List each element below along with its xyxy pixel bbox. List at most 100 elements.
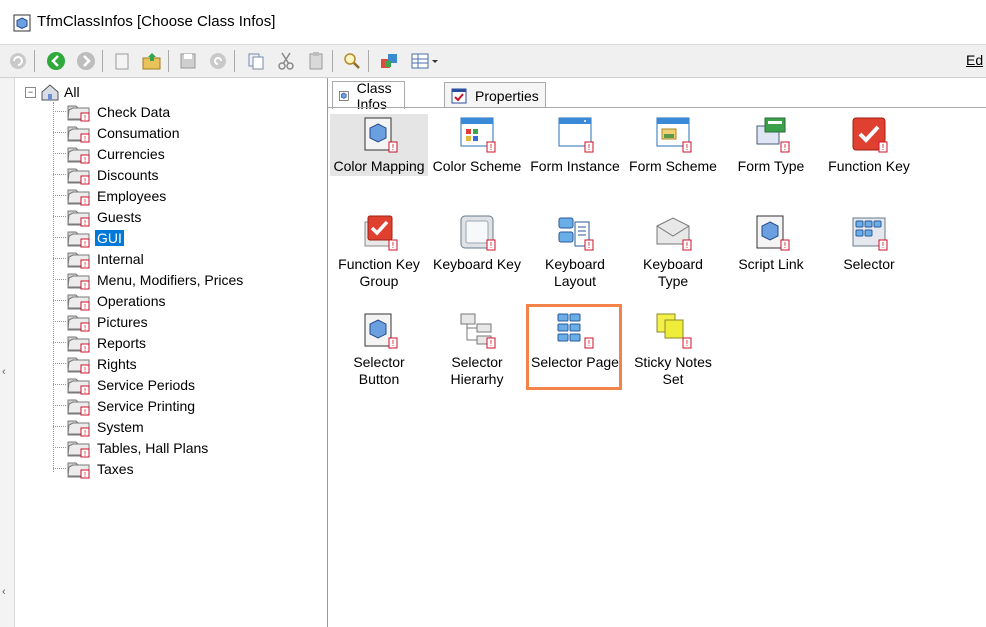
class-info-label: Sticky Notes Set [634, 354, 712, 387]
folder-icon: ! [67, 273, 90, 290]
tree-item-label: Discounts [97, 166, 159, 183]
svg-text:!: ! [489, 241, 492, 250]
tree-item-label: Service Printing [97, 397, 196, 414]
class-info-item[interactable]: ! Selector Button [330, 310, 428, 402]
class-info-item[interactable]: ! Form Type [722, 114, 820, 206]
class-info-label: Selector Hierarhy [450, 354, 504, 387]
collapse-icon[interactable]: − [25, 86, 36, 98]
tree-item[interactable]: ! Employees [53, 185, 245, 206]
tab-properties[interactable]: Properties [444, 82, 546, 108]
svg-text:!: ! [84, 471, 87, 479]
tree-scrollbar[interactable]: ‹ ‹ [0, 78, 15, 627]
tree-item[interactable]: ! Menu, Modifiers, Prices [53, 269, 245, 290]
folder-icon: ! [67, 147, 90, 164]
svg-text:!: ! [783, 241, 786, 250]
tree-item[interactable]: ! System [53, 416, 245, 437]
tools-icon[interactable] [378, 49, 402, 73]
class-info-item[interactable]: ! Keyboard Layout [526, 212, 624, 304]
svg-text:!: ! [587, 241, 590, 250]
svg-text:!: ! [84, 240, 87, 248]
class-info-label: Selector Page [531, 354, 619, 370]
tree-item[interactable]: ! Guests [53, 206, 245, 227]
svg-text:!: ! [84, 345, 87, 353]
keyboard-key-icon: ! [460, 215, 496, 251]
tree-item[interactable]: ! Taxes [53, 458, 245, 479]
search-icon[interactable] [340, 49, 364, 73]
folder-icon: ! [67, 105, 90, 122]
svg-text:!: ! [881, 143, 884, 152]
tree-item-label: Rights [97, 355, 137, 372]
folder-icon: ! [67, 378, 90, 395]
refresh-icon[interactable] [6, 49, 30, 73]
class-info-item[interactable]: ! Selector [820, 212, 918, 304]
class-info-item[interactable]: ! Form Instance [526, 114, 624, 206]
toolbar: Ed [0, 45, 986, 78]
svg-text:!: ! [391, 241, 394, 250]
open-icon[interactable] [140, 49, 164, 73]
home-folder-icon [41, 84, 59, 101]
new-icon[interactable] [110, 49, 134, 73]
tree-root[interactable]: − All [25, 82, 80, 102]
folder-icon: ! [67, 231, 90, 248]
class-infos-panel: Class Infos Properties ! Color Mapping! Co… [328, 78, 986, 627]
form-type-icon: ! [756, 117, 790, 153]
class-info-item[interactable]: ! Selector Page [526, 310, 624, 402]
tree-item[interactable]: ! Internal [53, 248, 245, 269]
tree-item-label: Pictures [97, 313, 148, 330]
copy-icon[interactable] [244, 49, 268, 73]
form-instance-icon: ! [558, 117, 594, 153]
class-info-item[interactable]: ! Keyboard Key [428, 212, 526, 304]
svg-text:!: ! [84, 450, 87, 458]
save-icon[interactable] [176, 49, 200, 73]
script-link-icon: ! [756, 215, 790, 251]
grid-view-icon[interactable] [408, 49, 442, 73]
paste-icon[interactable] [304, 49, 328, 73]
tree-item[interactable]: ! Discounts [53, 164, 245, 185]
class-info-item[interactable]: ! Function Key [820, 114, 918, 206]
scroll-left-bottom-icon[interactable]: ‹ [2, 586, 6, 598]
folder-icon: ! [67, 294, 90, 311]
class-info-item[interactable]: ! Color Scheme [428, 114, 526, 206]
class-info-item[interactable]: ! Script Link [722, 212, 820, 304]
tree-item-label: Service Periods [97, 376, 196, 393]
tree-item[interactable]: ! Reports [53, 332, 245, 353]
class-info-item[interactable]: ! Function Key Group [330, 212, 428, 304]
tree-item[interactable]: ! Operations [53, 290, 245, 311]
tree-item-label: Currencies [97, 145, 165, 162]
scroll-left-icon[interactable]: ‹ [2, 366, 6, 378]
class-info-item[interactable]: ! Keyboard Type [624, 212, 722, 304]
back-icon[interactable] [44, 49, 68, 73]
folder-icon: ! [67, 210, 90, 227]
svg-text:!: ! [84, 177, 87, 185]
tree-item[interactable]: ! Pictures [53, 311, 245, 332]
tree-item[interactable]: ! Service Printing [53, 395, 245, 416]
svg-text:!: ! [84, 303, 87, 311]
tree-item[interactable]: ! GUI [53, 227, 245, 248]
svg-text:!: ! [84, 156, 87, 164]
class-info-label: Script Link [738, 256, 804, 272]
tree-item[interactable]: ! Service Periods [53, 374, 245, 395]
tree-item[interactable]: ! Tables, Hall Plans [53, 437, 245, 458]
class-info-item[interactable]: ! Sticky Notes Set [624, 310, 722, 402]
tree-item[interactable]: ! Check Data [53, 101, 245, 122]
edit-menu[interactable]: Ed [966, 52, 983, 68]
svg-text:!: ! [84, 198, 87, 206]
svg-text:!: ! [84, 366, 87, 374]
color-mapping-icon: ! [364, 117, 398, 153]
svg-text:!: ! [84, 429, 87, 437]
tab-class-infos[interactable]: Class Infos [332, 80, 406, 112]
folder-icon: ! [67, 189, 90, 206]
tree-item-label: System [97, 418, 144, 435]
class-info-item[interactable]: ! Form Scheme [624, 114, 722, 206]
folder-icon: ! [67, 126, 90, 143]
cut-icon[interactable] [274, 49, 298, 73]
tree-item[interactable]: ! Rights [53, 353, 245, 374]
svg-text:!: ! [587, 339, 590, 348]
tree-item[interactable]: ! Currencies [53, 143, 245, 164]
tree-item[interactable]: ! Consumation [53, 122, 245, 143]
class-info-item[interactable]: ! Selector Hierarhy [428, 310, 526, 402]
forward-icon[interactable] [74, 49, 98, 73]
folder-icon: ! [67, 441, 90, 458]
undo-icon[interactable] [206, 49, 230, 73]
class-info-item[interactable]: ! Color Mapping [330, 114, 428, 176]
